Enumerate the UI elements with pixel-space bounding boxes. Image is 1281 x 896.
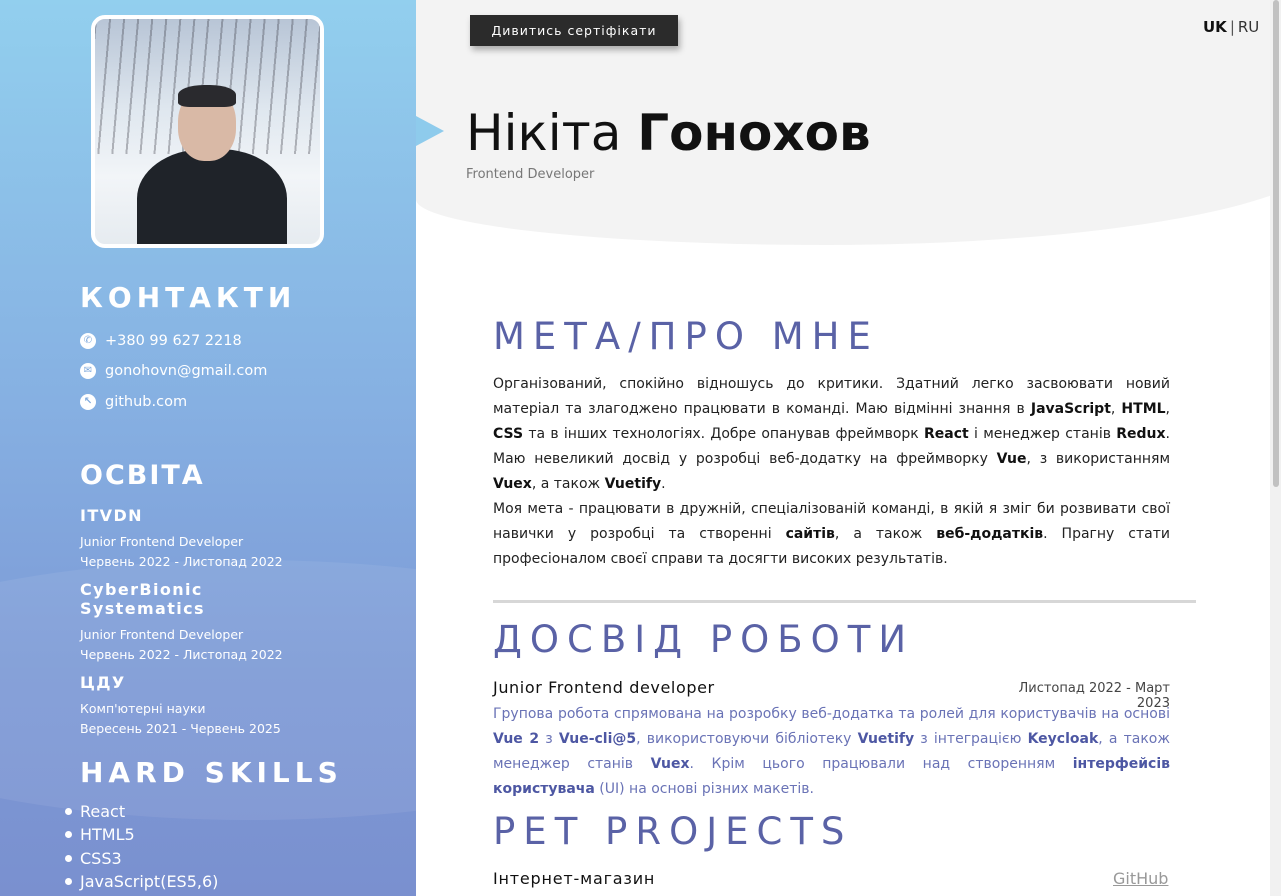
job-highlight: Vue 2 bbox=[493, 731, 540, 747]
education-course: Junior Frontend Developer bbox=[80, 534, 244, 549]
education-period: Червень 2022 - Листопад 2022 bbox=[80, 647, 283, 662]
skill-item: CSS3 bbox=[64, 847, 218, 870]
first-name: Нікіта bbox=[466, 104, 622, 162]
lang-uk-link[interactable]: UK bbox=[1203, 18, 1227, 36]
about-highlight: Vue bbox=[996, 451, 1027, 467]
about-highlight: CSS bbox=[493, 426, 524, 442]
job-highlight: Vuex bbox=[650, 756, 690, 772]
about-text-run: та в інших технологіях. Добре опанував ф… bbox=[523, 426, 925, 442]
job-text-run: Групова робота спрямована на розробку ве… bbox=[493, 706, 1170, 722]
job-role: Frontend Developer bbox=[466, 167, 595, 182]
contacts-heading: КОНТАКТИ bbox=[80, 281, 297, 314]
last-name: Гонохов bbox=[637, 104, 871, 162]
skill-item: JavaScript(ES5,6) bbox=[64, 870, 218, 893]
sidebar: КОНТАКТИ ✆ +380 99 627 2218 ✉ gonohovn@g… bbox=[0, 0, 416, 896]
photo-pointer-arrow bbox=[416, 116, 444, 146]
about-text-run: , а також bbox=[531, 476, 605, 492]
skill-item: React bbox=[64, 800, 218, 823]
job-title: Junior Frontend developer bbox=[493, 678, 715, 697]
project-name: Інтернет-магазин bbox=[493, 869, 656, 888]
about-highlight: HTML bbox=[1121, 401, 1166, 417]
contact-phone[interactable]: ✆ +380 99 627 2218 bbox=[80, 333, 242, 349]
github-icon: ↖ bbox=[80, 394, 96, 410]
view-certificates-button[interactable]: Дивитись сертіфікати bbox=[470, 15, 678, 46]
phone-icon: ✆ bbox=[80, 333, 96, 349]
about-text-run: , а також bbox=[834, 526, 937, 542]
education-school: CyberBionic Systematics bbox=[80, 580, 205, 618]
contact-email[interactable]: ✉ gonohovn@gmail.com bbox=[80, 363, 267, 379]
person-name: Нікіта Гонохов bbox=[466, 104, 871, 162]
about-highlight: сайтів bbox=[785, 526, 835, 542]
job-highlight: Vuetify bbox=[857, 731, 915, 747]
about-text: Організований, спокійно відношусь до кри… bbox=[493, 372, 1170, 572]
about-highlight: Vuetify bbox=[604, 476, 662, 492]
about-highlight: Vuex bbox=[493, 476, 532, 492]
project-github-link[interactable]: GitHub bbox=[1113, 869, 1168, 888]
contact-github[interactable]: ↖ github.com bbox=[80, 394, 187, 410]
lang-separator: | bbox=[1229, 18, 1235, 36]
contact-github-text: github.com bbox=[105, 394, 188, 410]
education-course: Junior Frontend Developer bbox=[80, 627, 244, 642]
language-switcher: UK | RU bbox=[1203, 18, 1259, 36]
contact-email-text: gonohovn@gmail.com bbox=[105, 363, 268, 379]
skill-item: HTML5 bbox=[64, 823, 218, 846]
job-text-run: , використовуючи бібліотеку bbox=[636, 731, 858, 747]
job-text-run: (UI) на основі різних макетів. bbox=[594, 781, 814, 797]
lang-ru-link[interactable]: RU bbox=[1238, 18, 1259, 36]
experience-title: ДОСВІД РОБОТИ bbox=[493, 618, 915, 661]
job-text-run: з bbox=[539, 731, 559, 747]
about-text-run: і менеджер станів bbox=[968, 426, 1117, 442]
about-highlight: Redux bbox=[1116, 426, 1166, 442]
job-text-run: . Крім цього працювали над створенням bbox=[689, 756, 1073, 772]
profile-photo bbox=[91, 15, 324, 248]
projects-title: PET PROJECTS bbox=[493, 810, 853, 853]
job-description: Групова робота спрямована на розробку ве… bbox=[493, 702, 1170, 802]
about-text-run: , з використанням bbox=[1026, 451, 1171, 467]
education-period: Червень 2022 - Листопад 2022 bbox=[80, 554, 283, 569]
education-heading: ОСВІТА bbox=[80, 460, 205, 491]
job-highlight: Vue-cli@5 bbox=[558, 731, 637, 747]
education-course: Комп'ютерні науки bbox=[80, 701, 206, 716]
job-highlight: Keycloak bbox=[1027, 731, 1099, 747]
about-highlight: веб-додатків bbox=[936, 526, 1044, 542]
mail-icon: ✉ bbox=[80, 363, 96, 379]
skills-heading: HARD SKILLS bbox=[80, 756, 343, 789]
education-school: ITVDN bbox=[80, 506, 143, 525]
scrollbar-thumb[interactable] bbox=[1273, 0, 1279, 487]
section-divider bbox=[493, 600, 1196, 603]
about-highlight: React bbox=[924, 426, 969, 442]
about-text-run: , bbox=[1110, 401, 1122, 417]
education-period: Вересень 2021 - Червень 2025 bbox=[80, 721, 281, 736]
about-title: МЕТА/ПРО МНЕ bbox=[493, 315, 879, 358]
about-text-run: , bbox=[1165, 401, 1170, 417]
job-text-run: з інтеграцією bbox=[914, 731, 1028, 747]
about-highlight: JavaScript bbox=[1030, 401, 1111, 417]
skills-list: React HTML5 CSS3 JavaScript(ES5,6) bbox=[64, 800, 218, 893]
contact-phone-text: +380 99 627 2218 bbox=[105, 333, 242, 349]
education-school: ЦДУ bbox=[80, 673, 126, 692]
about-text-run: . bbox=[661, 476, 666, 492]
